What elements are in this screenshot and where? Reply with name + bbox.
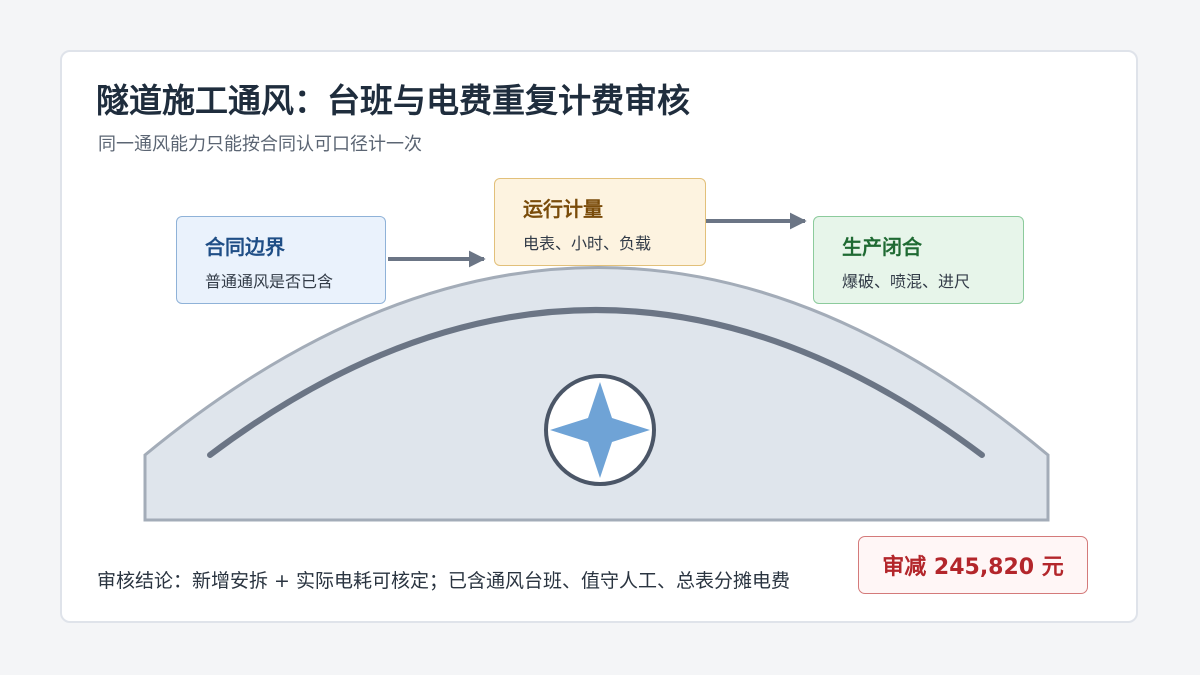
step-box-operation-metering: 运行计量 电表、小时、负载 xyxy=(494,178,706,266)
step-box-contract-boundary: 合同边界 普通通风是否已含 xyxy=(176,216,386,304)
step-detail: 爆破、喷混、进尺 xyxy=(842,272,971,291)
reduction-badge: 审减 245,820 元 xyxy=(858,536,1088,594)
step-title: 生产闭合 xyxy=(842,235,922,259)
step-title: 合同边界 xyxy=(205,235,285,259)
step-detail: 普通通风是否已含 xyxy=(205,272,334,291)
fan-icon xyxy=(544,374,656,486)
step-box-production-closure: 生产闭合 爆破、喷混、进尺 xyxy=(813,216,1024,304)
step-title: 运行计量 xyxy=(523,197,603,221)
audit-conclusion: 审核结论：新增安拆 + 实际电耗可核定；已含通风台班、值守人工、总表分摊电费 xyxy=(97,570,791,592)
step-detail: 电表、小时、负载 xyxy=(523,234,652,253)
